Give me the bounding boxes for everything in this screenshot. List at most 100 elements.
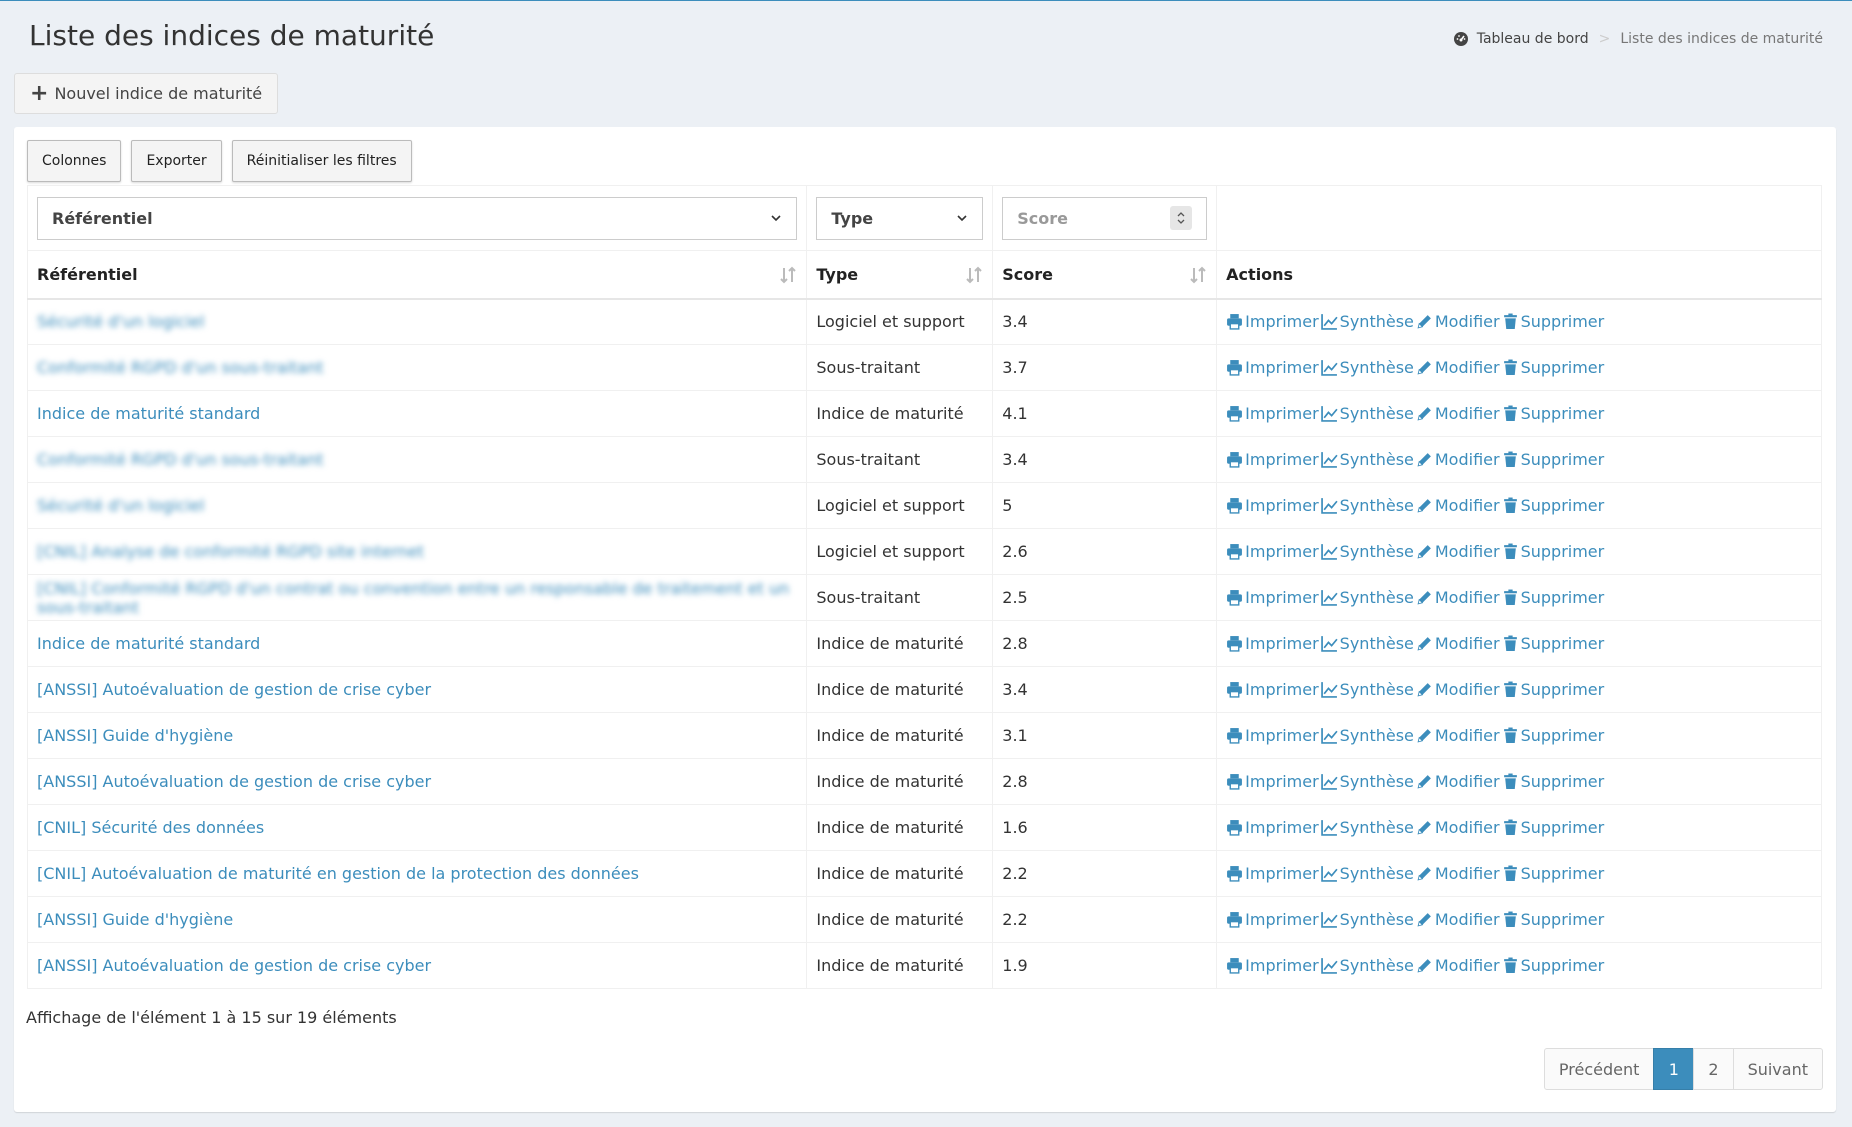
delete-action[interactable]: Supprimer [1502,818,1605,837]
referentiel-link[interactable]: [CNIL] Autoévaluation de maturité en ges… [37,864,639,883]
print-action[interactable]: Imprimer [1226,312,1319,331]
delete-action[interactable]: Supprimer [1502,496,1604,515]
referentiel-link[interactable]: Indice de maturité standard [37,404,260,423]
pagination-page-2[interactable]: 2 [1693,1048,1734,1090]
line-chart-icon [1320,543,1340,560]
synthesis-action[interactable]: Synthèse [1320,588,1414,607]
edit-action[interactable]: Modifier [1416,358,1500,377]
edit-action[interactable]: Modifier [1416,450,1500,469]
type-cell: Indice de maturité [806,896,994,943]
referentiel-link[interactable]: [ANSSI] Autoévaluation de gestion de cri… [37,680,431,699]
synthesis-action[interactable]: Synthèse [1320,358,1414,377]
synthesis-action[interactable]: Synthèse [1320,496,1414,515]
edit-action[interactable]: Modifier [1416,680,1500,699]
synthesis-action[interactable]: Synthèse [1320,634,1414,653]
delete-action[interactable]: Supprimer [1502,772,1604,791]
synthesis-action[interactable]: Synthèse [1320,680,1414,699]
referentiel-link[interactable]: [ANSSI] Guide d'hygiène [37,910,233,929]
synthesis-action[interactable]: Synthèse [1320,404,1414,423]
print-action[interactable]: Imprimer [1226,726,1319,745]
print-action[interactable]: Imprimer [1226,910,1319,929]
new-maturity-index-button[interactable]: + Nouvel indice de maturité [14,73,279,114]
delete-action[interactable]: Supprimer [1502,680,1604,699]
edit-action[interactable]: Modifier [1416,496,1500,515]
synthesis-action[interactable]: Synthèse [1320,956,1414,975]
referentiel-link[interactable]: Conformité RGPD d'un sous-traitant [37,450,324,469]
print-action[interactable]: Imprimer [1226,680,1319,699]
number-spinner[interactable] [1170,206,1193,230]
referentiel-link[interactable]: Indice de maturité standard [37,634,260,653]
type-filter-select[interactable]: Type [816,196,984,240]
column-header-referentiel[interactable]: Référentiel [26,250,808,300]
synthesis-action[interactable]: Synthèse [1320,910,1414,929]
edit-action[interactable]: Modifier [1416,910,1500,929]
delete-action[interactable]: Supprimer [1502,726,1604,745]
print-action[interactable]: Imprimer [1226,818,1319,837]
edit-action[interactable]: Modifier [1416,956,1500,975]
referentiel-link[interactable]: Sécurité d'un logiciel [37,312,204,331]
referentiel-link[interactable]: [CNIL] Sécurité des données [37,818,264,837]
edit-action[interactable]: Modifier [1416,634,1500,653]
referentiel-link[interactable]: [ANSSI] Guide d'hygiène [37,726,233,745]
column-header-score[interactable]: Score [992,250,1218,300]
column-header-type[interactable]: Type [806,250,994,300]
synthesis-action[interactable]: Synthèse [1320,772,1414,791]
delete-action[interactable]: Supprimer [1502,450,1604,469]
synthesis-action[interactable]: Synthèse [1320,818,1414,837]
synthesis-action[interactable]: Synthèse [1320,312,1414,331]
action-label: Supprimer [1520,818,1605,837]
print-action[interactable]: Imprimer [1226,542,1319,561]
pagination-previous[interactable]: Précédent [1543,1048,1655,1090]
print-action[interactable]: Imprimer [1226,496,1319,515]
referentiel-link[interactable]: [ANSSI] Autoévaluation de gestion de cri… [37,772,431,791]
delete-action[interactable]: Supprimer [1502,588,1604,607]
columns-button[interactable]: Colonnes [27,140,122,182]
score-cell: 5 [992,482,1218,529]
delete-action[interactable]: Supprimer [1502,910,1604,929]
edit-action[interactable]: Modifier [1416,312,1500,331]
print-action[interactable]: Imprimer [1226,956,1319,975]
referentiel-filter-select[interactable]: Référentiel [37,196,798,240]
print-action[interactable]: Imprimer [1226,450,1319,469]
edit-action[interactable]: Modifier [1416,864,1500,883]
delete-action[interactable]: Supprimer [1502,312,1604,331]
edit-action[interactable]: Modifier [1416,772,1500,791]
print-action[interactable]: Imprimer [1226,772,1319,791]
referentiel-link[interactable]: Sécurité d'un logiciel [37,496,204,515]
print-action[interactable]: Imprimer [1226,864,1319,883]
delete-action[interactable]: Supprimer [1502,542,1604,561]
delete-action[interactable]: Supprimer [1502,404,1604,423]
reset-filters-button[interactable]: Réinitialiser les filtres [231,140,412,182]
delete-action[interactable]: Supprimer [1502,956,1604,975]
breadcrumb-home-link[interactable]: Tableau de bord [1477,31,1589,47]
delete-action[interactable]: Supprimer [1502,864,1604,883]
export-button[interactable]: Exporter [131,140,222,182]
print-action[interactable]: Imprimer [1226,634,1319,653]
action-label: Modifier [1434,588,1500,607]
print-action[interactable]: Imprimer [1226,358,1319,377]
edit-action[interactable]: Modifier [1416,726,1500,745]
referentiel-link[interactable]: [CNIL] Conformité RGPD d'un contrat ou c… [37,579,789,617]
synthesis-action[interactable]: Synthèse [1320,450,1414,469]
synthesis-action[interactable]: Synthèse [1320,864,1414,883]
referentiel-link[interactable]: [ANSSI] Autoévaluation de gestion de cri… [37,956,431,975]
print-action[interactable]: Imprimer [1226,404,1319,423]
header-row: Référentiel Type Score Actions [26,250,1822,300]
delete-action[interactable]: Supprimer [1502,634,1604,653]
synthesis-action[interactable]: Synthèse [1320,726,1414,745]
edit-action[interactable]: Modifier [1416,542,1500,561]
pagination-page-1[interactable]: 1 [1653,1048,1695,1090]
score-filter-input[interactable]: Score [1002,196,1208,240]
referentiel-link[interactable]: [CNIL] Analyse de conformité RGPD site i… [37,542,424,561]
print-action[interactable]: Imprimer [1226,588,1319,607]
pagination-next[interactable]: Suivant [1732,1048,1823,1090]
action-label: Imprimer [1245,312,1319,332]
edit-action[interactable]: Modifier [1416,588,1500,607]
synthesis-action[interactable]: Synthèse [1320,542,1414,561]
edit-action[interactable]: Modifier [1416,818,1500,837]
trash-icon [1502,543,1521,560]
edit-action[interactable]: Modifier [1416,404,1500,423]
print-icon [1226,635,1245,652]
referentiel-link[interactable]: Conformité RGPD d'un sous-traitant [37,358,324,377]
delete-action[interactable]: Supprimer [1502,358,1604,377]
